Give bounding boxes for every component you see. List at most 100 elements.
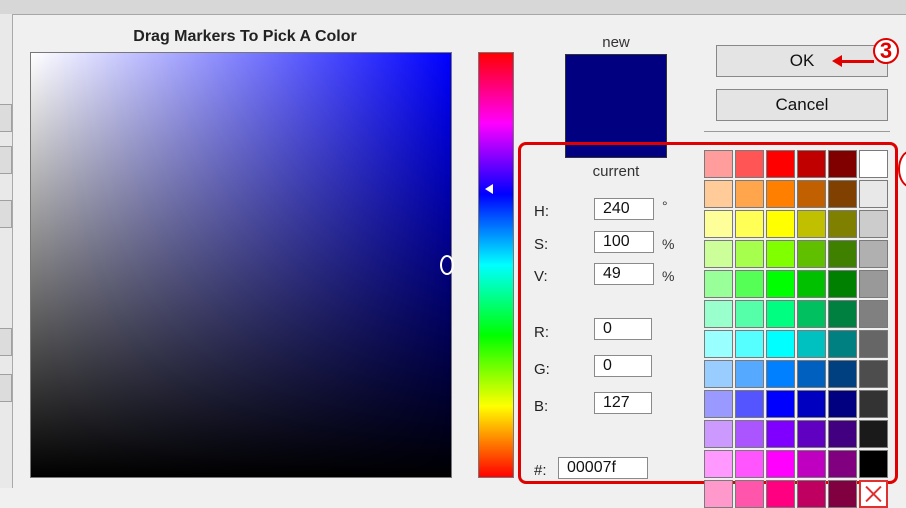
color-swatch[interactable] — [797, 240, 826, 268]
r-label: R: — [534, 324, 549, 341]
background-panel-edge — [0, 14, 13, 488]
color-swatch[interactable] — [704, 180, 733, 208]
r-input[interactable]: 0 — [594, 318, 652, 340]
color-swatch[interactable] — [859, 360, 888, 388]
cancel-button[interactable]: Cancel — [716, 89, 888, 121]
color-swatch[interactable] — [828, 360, 857, 388]
color-swatch[interactable] — [797, 150, 826, 178]
color-swatch[interactable] — [735, 390, 764, 418]
color-swatch[interactable] — [735, 300, 764, 328]
color-swatch[interactable] — [828, 270, 857, 298]
color-swatch[interactable] — [704, 300, 733, 328]
color-swatch[interactable] — [797, 360, 826, 388]
color-swatch[interactable] — [766, 240, 795, 268]
color-swatch[interactable] — [859, 420, 888, 448]
color-swatch[interactable] — [735, 270, 764, 298]
color-swatch[interactable] — [766, 300, 795, 328]
color-swatch[interactable] — [766, 450, 795, 478]
color-swatch[interactable] — [766, 150, 795, 178]
color-swatch[interactable] — [797, 210, 826, 238]
h-label: H: — [534, 203, 549, 220]
color-swatch[interactable] — [704, 150, 733, 178]
color-swatch[interactable] — [704, 210, 733, 238]
color-swatch[interactable] — [704, 390, 733, 418]
divider — [704, 131, 890, 132]
color-swatch[interactable] — [766, 210, 795, 238]
b-input[interactable]: 127 — [594, 392, 652, 414]
annotation-arrow-head — [832, 55, 842, 67]
color-swatch[interactable] — [704, 360, 733, 388]
color-swatch[interactable] — [859, 240, 888, 268]
color-swatch[interactable] — [828, 150, 857, 178]
saturation-value-area[interactable] — [30, 52, 452, 478]
background-control — [0, 104, 12, 132]
color-swatch[interactable] — [735, 480, 764, 508]
color-swatch[interactable] — [766, 360, 795, 388]
color-swatch[interactable] — [828, 330, 857, 358]
v-label: V: — [534, 268, 548, 285]
color-swatch[interactable] — [797, 300, 826, 328]
color-swatch[interactable] — [766, 480, 795, 508]
s-label: S: — [534, 236, 549, 253]
color-swatch[interactable] — [735, 210, 764, 238]
color-swatch[interactable] — [859, 270, 888, 298]
color-swatch[interactable] — [859, 180, 888, 208]
color-swatch[interactable] — [704, 450, 733, 478]
background-control — [0, 146, 12, 174]
color-swatch[interactable] — [859, 150, 888, 178]
color-swatch[interactable] — [797, 480, 826, 508]
background-control — [0, 200, 12, 228]
s-unit: % — [662, 236, 675, 252]
color-swatch[interactable] — [797, 420, 826, 448]
color-swatch[interactable] — [704, 480, 733, 508]
g-label: G: — [534, 361, 550, 378]
color-swatch[interactable] — [828, 390, 857, 418]
color-swatch[interactable] — [797, 270, 826, 298]
color-swatch[interactable] — [859, 210, 888, 238]
background-control — [0, 328, 12, 356]
color-swatch[interactable] — [766, 270, 795, 298]
v-unit: % — [662, 268, 675, 284]
color-swatch[interactable] — [735, 180, 764, 208]
hue-slider[interactable] — [478, 52, 514, 478]
color-swatch[interactable] — [766, 180, 795, 208]
color-swatch[interactable] — [828, 210, 857, 238]
hex-input[interactable]: 00007f — [558, 457, 648, 479]
color-swatch[interactable] — [797, 180, 826, 208]
color-swatch[interactable] — [828, 240, 857, 268]
hex-label: #: — [534, 462, 547, 479]
color-swatch[interactable] — [704, 420, 733, 448]
color-swatch[interactable] — [797, 330, 826, 358]
v-input[interactable]: 49 — [594, 263, 654, 285]
color-swatch[interactable] — [828, 420, 857, 448]
color-swatch[interactable] — [735, 450, 764, 478]
color-swatch[interactable] — [859, 300, 888, 328]
color-swatch[interactable] — [828, 300, 857, 328]
color-swatch[interactable] — [828, 180, 857, 208]
color-swatch[interactable] — [735, 240, 764, 268]
color-swatch[interactable] — [704, 240, 733, 268]
color-swatch[interactable] — [735, 330, 764, 358]
color-swatch[interactable] — [859, 330, 888, 358]
color-swatch[interactable] — [797, 390, 826, 418]
color-swatch[interactable] — [859, 450, 888, 478]
color-swatch[interactable] — [828, 480, 857, 508]
color-swatch[interactable] — [735, 360, 764, 388]
color-swatch[interactable] — [797, 450, 826, 478]
s-input[interactable]: 100 — [594, 231, 654, 253]
hue-marker[interactable] — [485, 184, 493, 194]
color-swatch[interactable] — [766, 420, 795, 448]
color-swatch[interactable] — [704, 330, 733, 358]
g-input[interactable]: 0 — [594, 355, 652, 377]
no-color-icon[interactable] — [859, 480, 888, 508]
color-swatch[interactable] — [735, 150, 764, 178]
color-swatch[interactable] — [766, 390, 795, 418]
color-swatch[interactable] — [735, 420, 764, 448]
h-input[interactable]: 240 — [594, 198, 654, 220]
color-swatch[interactable] — [766, 330, 795, 358]
color-swatch[interactable] — [859, 390, 888, 418]
sv-marker[interactable] — [440, 255, 454, 275]
window-title-bar — [0, 0, 906, 15]
color-swatch[interactable] — [704, 270, 733, 298]
color-swatch[interactable] — [828, 450, 857, 478]
